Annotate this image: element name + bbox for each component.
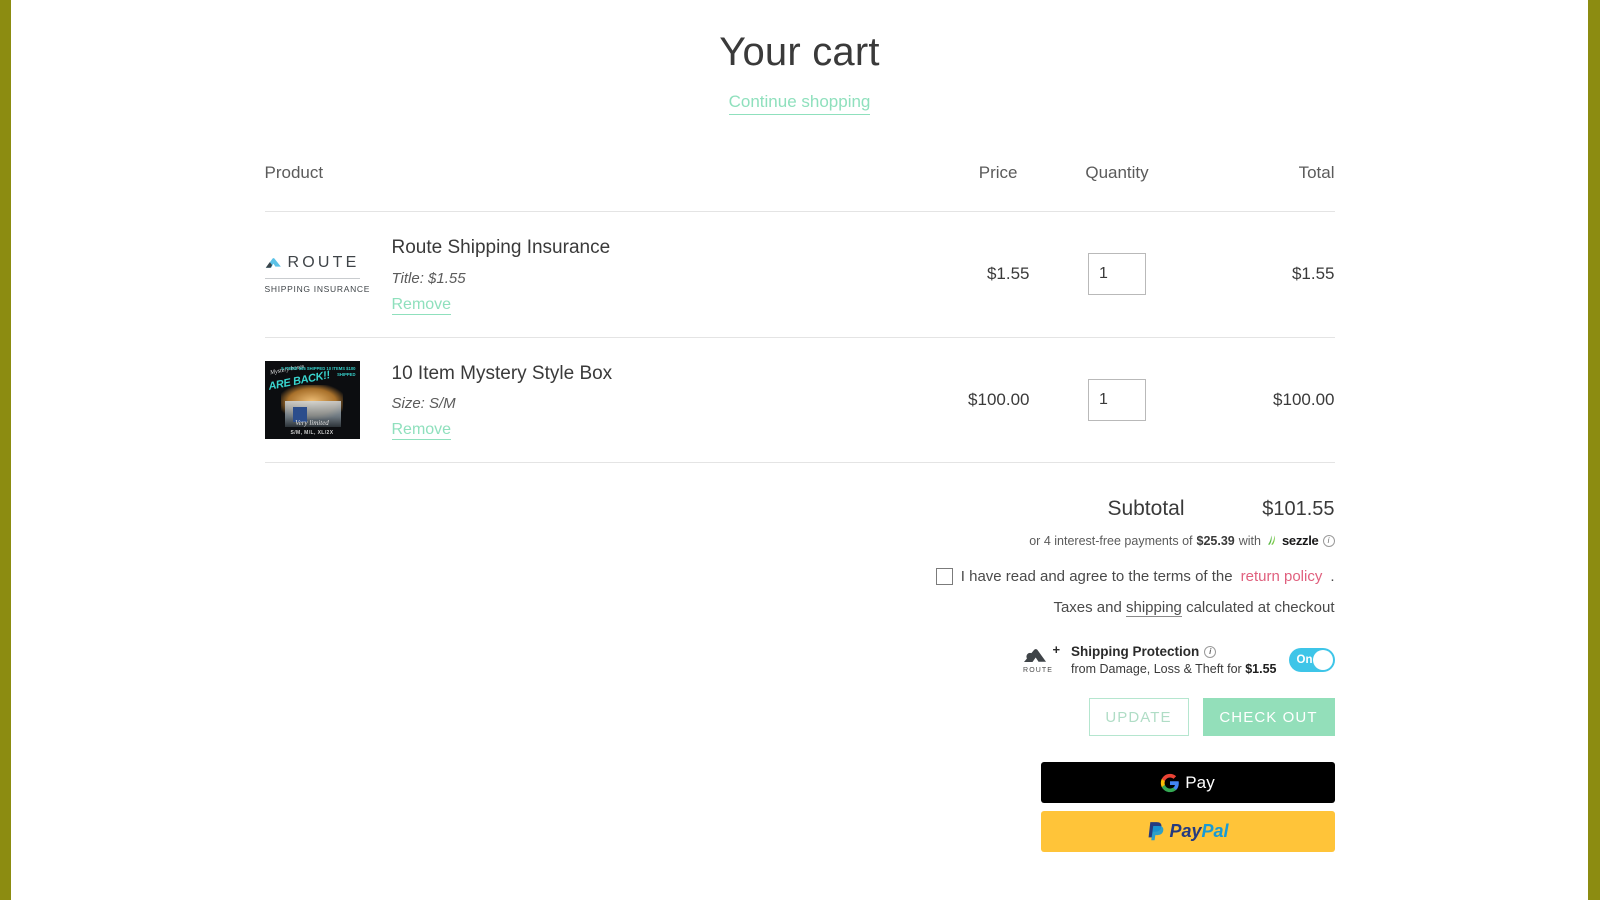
column-header-quantity: Quantity [1029,163,1205,212]
cell-product: Mystery boxes ARE BACK!! 5 ITEMS $65 SHI… [264,337,880,464]
route-widget-text: Shipping Protection i from Damage, Loss … [1071,644,1276,676]
page-title: Your cart [719,30,880,74]
subtotal-label: Subtotal [1107,497,1185,521]
left-edge-bar [0,0,11,900]
column-header-product: Product [264,163,880,212]
cart-table: Product Price Quantity Total ROUTE SHIPP… [264,163,1335,464]
terms-agreement-row: I have read and agree to the terms of th… [265,568,1335,586]
route-toggle-knob [1312,650,1333,671]
cell-total: $1.55 [1204,211,1335,338]
shipping-link[interactable]: shipping [1126,599,1182,618]
table-row: ROUTE SHIPPING INSURANCE Route Shipping … [264,211,1335,338]
quantity-input[interactable] [1088,253,1146,296]
cell-price: $1.55 [879,211,1030,338]
paypal-pal-label: Pal [1201,821,1229,842]
mystery-image-line3: 5 ITEMS $65 SHIPPED 10 ITEMS $100 SHIPPE… [281,366,356,378]
route-shipping-protection-widget: + ROUTE Shipping Protection i from Damag… [265,643,1335,676]
product-variant: Size: S/M [391,395,456,413]
route-widget-price: $1.55 [1245,662,1277,677]
route-toggle-label: On [1296,654,1313,667]
route-plus-icon: + [1052,641,1061,657]
sezzle-amount: $25.39 [1196,533,1235,548]
continue-shopping-wrap: Continue shopping [265,92,1335,115]
continue-shopping-link[interactable]: Continue shopping [728,92,871,115]
google-g-icon [1161,773,1179,793]
product-title-link[interactable]: Route Shipping Insurance [392,236,611,261]
route-chevron-icon [265,258,281,268]
product-thumbnail[interactable]: Mystery boxes ARE BACK!! 5 ITEMS $65 SHI… [264,361,360,440]
taxes-prefix: Taxes and [1053,599,1122,617]
column-header-price: Price [879,163,1030,212]
route-protection-toggle[interactable]: On [1288,648,1335,673]
cart-totals: Subtotal $101.55 or 4 interest-free paym… [265,497,1335,853]
route-insurance-logo: ROUTE SHIPPING INSURANCE [264,254,369,294]
mystery-image-line4: Very limited [295,419,329,428]
route-widget-brand: ROUTE [1023,666,1054,674]
product-thumbnail[interactable]: ROUTE SHIPPING INSURANCE [264,254,369,294]
right-edge-bar [1588,0,1600,900]
product-variant: Title: $1.55 [391,269,466,287]
paypal-logo-icon [1149,822,1164,841]
cell-price: $100.00 [879,337,1030,464]
column-header-total: Total [1204,163,1335,212]
subtotal-row: Subtotal $101.55 [265,497,1335,521]
google-pay-label: Pay [1185,772,1215,792]
cell-quantity [1029,337,1205,464]
express-checkout-buttons: Pay PayPal [265,762,1335,853]
google-pay-button[interactable]: Pay [1040,762,1335,804]
route-widget-subtitle: from Damage, Loss & Theft for [1071,662,1242,677]
sezzle-prefix: or 4 interest-free payments of [1029,533,1193,548]
remove-item-link[interactable]: Remove [391,296,452,315]
cell-quantity [1029,211,1205,338]
cart-header-row: Product Price Quantity Total [264,163,1335,212]
route-info-icon[interactable]: i [1204,645,1217,658]
route-widget-title: Shipping Protection [1071,644,1200,660]
route-logo-word: ROUTE [287,254,360,272]
cart-container: Your cart Continue shopping Product Pric… [264,0,1335,853]
mystery-box-image: Mystery boxes ARE BACK!! 5 ITEMS $65 SHI… [264,361,360,440]
sezzle-brand: sezzle [1281,533,1319,549]
cart-table-head: Product Price Quantity Total [264,163,1335,212]
taxes-suffix: calculated at checkout [1186,599,1335,617]
terms-text: I have read and agree to the terms of th… [960,568,1233,586]
cart-action-buttons: UPDATE CHECK OUT [265,698,1335,737]
return-policy-link[interactable]: return policy [1241,568,1323,585]
route-logo-subtitle: SHIPPING INSURANCE [264,278,369,294]
cart-table-body: ROUTE SHIPPING INSURANCE Route Shipping … [264,211,1335,464]
terms-period: . [1330,568,1335,586]
paypal-pay-label: Pay [1169,821,1202,842]
remove-item-link[interactable]: Remove [391,421,452,441]
terms-checkbox[interactable] [935,568,953,586]
mystery-image-line5: S/M, M/L, XL/2X [290,430,334,437]
sezzle-installments[interactable]: or 4 interest-free payments of $25.39 wi… [265,533,1335,548]
table-row: Mystery boxes ARE BACK!! 5 ITEMS $65 SHI… [264,337,1335,464]
product-title-link[interactable]: 10 Item Mystery Style Box [392,362,613,387]
route-chevron-icon [1024,648,1047,662]
cell-product: ROUTE SHIPPING INSURANCE Route Shipping … [264,211,880,338]
checkout-button[interactable]: CHECK OUT [1202,698,1335,737]
subtotal-value: $101.55 [1262,498,1335,521]
sezzle-info-icon[interactable]: i [1322,534,1335,547]
paypal-button[interactable]: PayPal [1040,811,1335,853]
sezzle-logo-icon [1267,535,1275,546]
taxes-shipping-note: Taxes and shipping calculated at checkou… [265,599,1335,618]
cell-total: $100.00 [1204,337,1335,464]
quantity-input[interactable] [1088,379,1146,422]
sezzle-with: with [1238,533,1261,548]
cart-page: Your cart Continue shopping Product Pric… [11,0,1588,900]
route-widget-logo: + ROUTE [1017,643,1060,674]
update-cart-button[interactable]: UPDATE [1088,698,1189,737]
